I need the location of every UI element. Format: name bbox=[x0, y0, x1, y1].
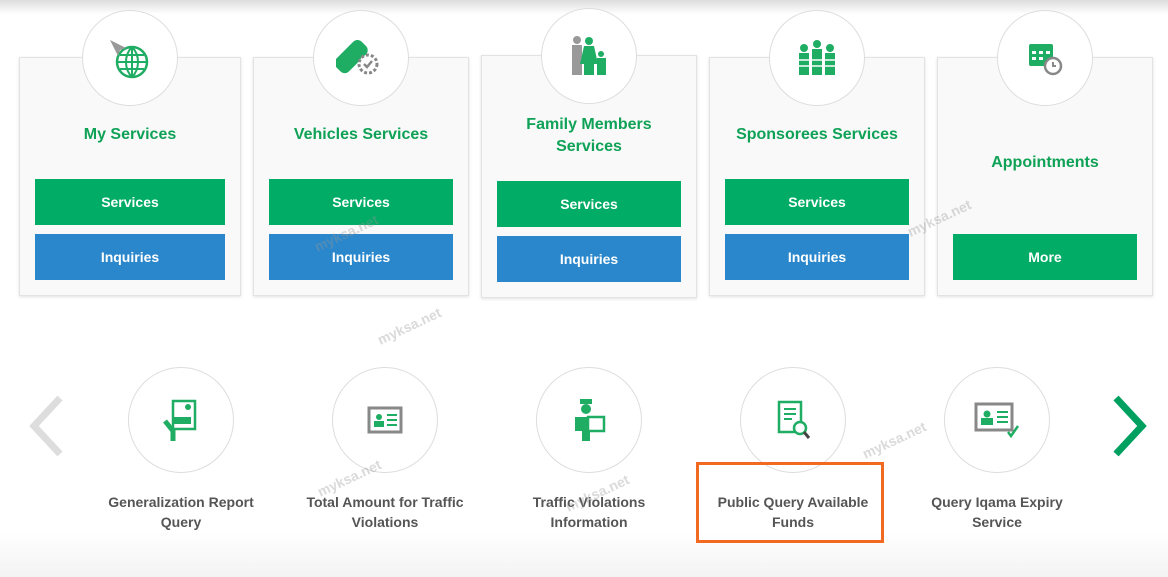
card-vehicles-services: Vehicles Services Services Inquiries bbox=[253, 10, 469, 296]
carousel-item-traffic-violations-information[interactable]: Traffic Violations Information bbox=[494, 367, 684, 532]
inquiries-button[interactable]: Inquiries bbox=[35, 234, 225, 280]
vehicle-gear-icon bbox=[313, 10, 409, 106]
item-label: Generalization Report Query bbox=[108, 494, 254, 530]
document-money-search-icon bbox=[740, 367, 846, 473]
background-floor bbox=[0, 532, 1168, 577]
carousel-item-query-iqama-expiry-service[interactable]: Query Iqama Expiry Service bbox=[902, 367, 1092, 532]
card-title: Sponsorees Services bbox=[736, 126, 898, 143]
card-title: Family Members Services bbox=[526, 116, 652, 155]
services-button[interactable]: Services bbox=[497, 181, 681, 227]
services-button[interactable]: Services bbox=[725, 179, 909, 225]
item-label: Query Iqama Expiry Service bbox=[931, 494, 1063, 530]
family-icon bbox=[541, 8, 637, 104]
watermark: myksa.net bbox=[374, 304, 444, 348]
card-appointments: Appointments More bbox=[937, 10, 1153, 296]
card-sponsorees-services: Sponsorees Services Services Inquiries bbox=[709, 10, 925, 296]
id-card-check-icon bbox=[944, 367, 1050, 473]
traffic-officer-icon bbox=[536, 367, 642, 473]
card-family-members-services: Family Members Services Services Inquiri… bbox=[481, 8, 697, 298]
carousel-item-total-amount-for-traffic-violations[interactable]: Total Amount for Traffic Violations bbox=[290, 367, 480, 532]
calendar-clock-icon bbox=[997, 10, 1093, 106]
chevron-left-icon[interactable] bbox=[28, 395, 64, 462]
highlight-box bbox=[696, 462, 884, 543]
inquiries-button[interactable]: Inquiries bbox=[269, 234, 453, 280]
id-card-icon bbox=[332, 367, 438, 473]
chevron-right-icon[interactable] bbox=[1112, 395, 1148, 462]
inquiries-button[interactable]: Inquiries bbox=[725, 234, 909, 280]
card-my-services: My Services Services Inquiries bbox=[19, 10, 241, 296]
item-label: Total Amount for Traffic Violations bbox=[306, 494, 464, 530]
services-button[interactable]: Services bbox=[35, 179, 225, 225]
more-button[interactable]: More bbox=[953, 234, 1137, 280]
inquiries-button[interactable]: Inquiries bbox=[497, 236, 681, 282]
certificate-hand-icon bbox=[128, 367, 234, 473]
carousel-item-generalization-report-query[interactable]: Generalization Report Query bbox=[86, 367, 276, 532]
card-title: Appointments bbox=[991, 154, 1099, 171]
card-title: Vehicles Services bbox=[293, 126, 429, 143]
globe-icon bbox=[82, 10, 178, 106]
card-title: My Services bbox=[83, 126, 177, 143]
workers-icon bbox=[769, 10, 865, 106]
